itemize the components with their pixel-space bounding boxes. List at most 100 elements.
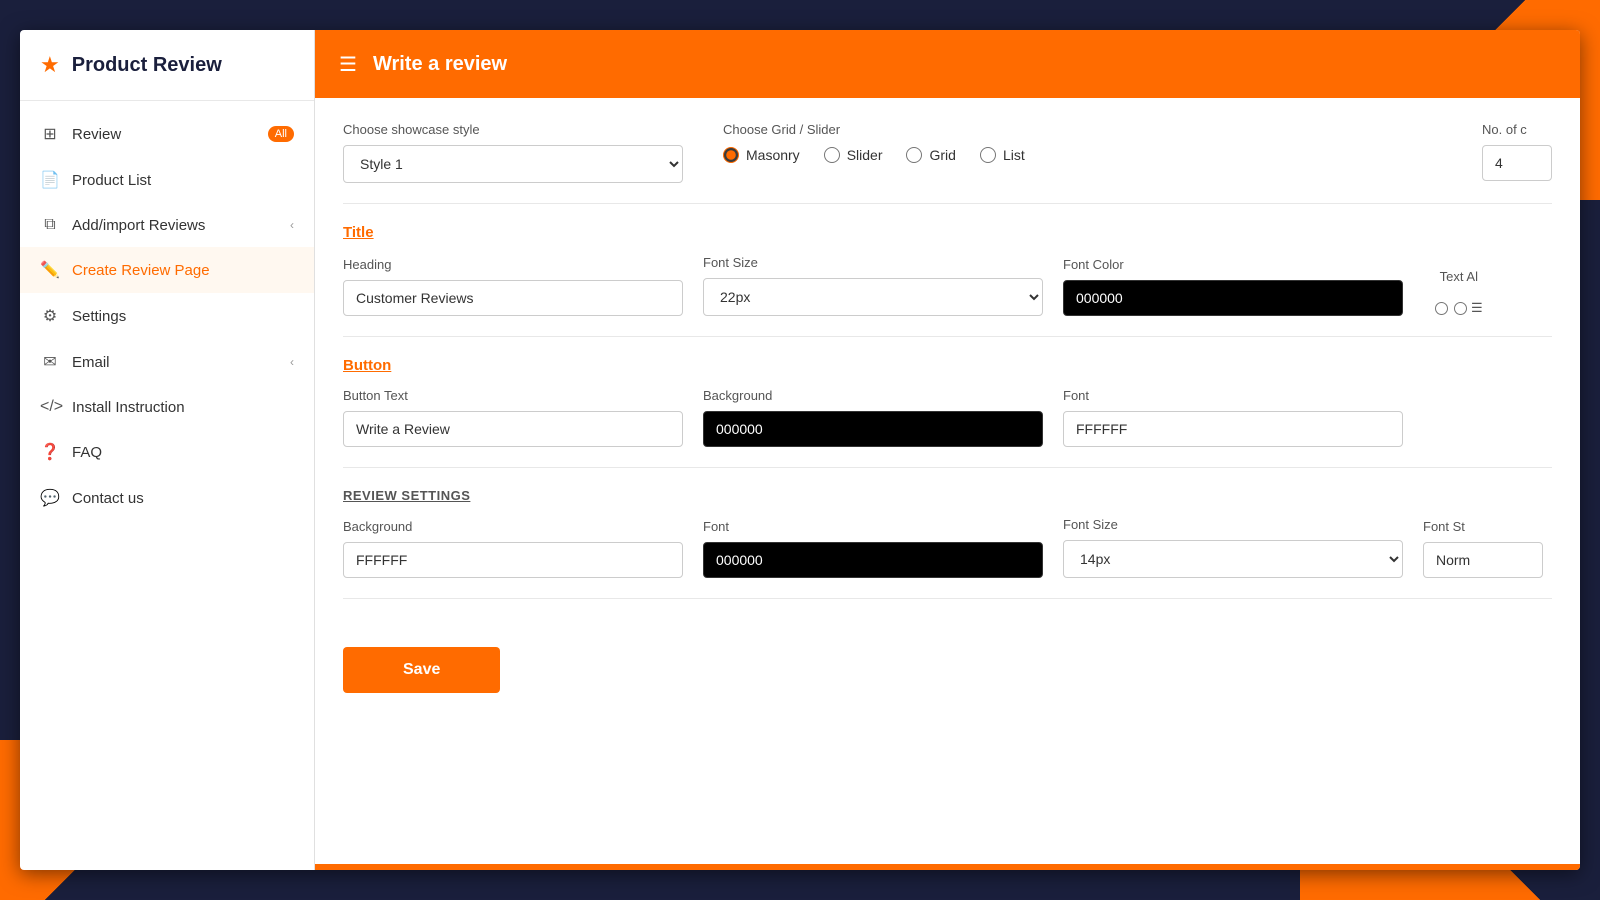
review-bg-input[interactable] — [343, 542, 683, 578]
review-fields-row: Background Font Font Size 10px12px14px16… — [343, 517, 1552, 578]
text-align-radio-1[interactable] — [1435, 302, 1448, 315]
nav-label-install: Install Instruction — [72, 399, 185, 416]
divider-1 — [343, 203, 1552, 204]
divider-3 — [343, 467, 1552, 468]
button-font-input[interactable] — [1063, 411, 1403, 447]
radio-grid[interactable]: Grid — [906, 147, 955, 163]
sidebar-item-install[interactable]: </> Install Instruction — [20, 385, 314, 429]
topbar: ☰ Write a review — [315, 30, 1580, 98]
radio-slider[interactable]: Slider — [824, 147, 883, 163]
sidebar-title: Product Review — [72, 54, 222, 77]
review-font-size-select[interactable]: 10px12px14px16px18px20px — [1063, 540, 1403, 578]
text-align-lines-icon: ☰ — [1471, 300, 1483, 316]
chat-icon: 💬 — [40, 488, 60, 508]
heading-label: Heading — [343, 257, 683, 272]
envelope-icon: ✉ — [40, 352, 60, 372]
showcase-label: Choose showcase style — [343, 122, 683, 137]
review-font-group: Font — [703, 519, 1043, 578]
nav-label-contact: Contact us — [72, 490, 144, 507]
heading-group: Heading — [343, 257, 683, 316]
grid-slider-label: Choose Grid / Slider — [723, 122, 1025, 137]
font-size-group: Font Size 12px14px16px18px20px 22px24px2… — [703, 255, 1043, 316]
text-align-radio-input-2[interactable] — [1454, 302, 1467, 315]
review-font-style-input[interactable] — [1423, 542, 1543, 578]
radio-list-label: List — [1003, 147, 1025, 163]
button-fields-row: Button Text Background Font — [343, 388, 1552, 447]
radio-list[interactable]: List — [980, 147, 1025, 163]
showcase-select[interactable]: Style 1 Style 2 Style 3 — [343, 145, 683, 183]
button-section-label: Button — [343, 357, 1552, 374]
sidebar-item-review[interactable]: ⊞ Review All — [20, 111, 314, 157]
chevron-icon-email: ‹ — [290, 355, 294, 369]
edit-icon: ✏️ — [40, 260, 60, 280]
nav-label-review: Review — [72, 126, 121, 143]
sidebar-item-add-import[interactable]: ⧉ Add/import Reviews ‹ — [20, 203, 314, 247]
radio-slider-label: Slider — [847, 147, 883, 163]
divider-4 — [343, 598, 1552, 599]
button-section: Button Button Text Background Font — [343, 357, 1552, 447]
text-align-radio-2[interactable]: ☰ — [1454, 300, 1483, 316]
font-color-input[interactable] — [1063, 280, 1403, 316]
text-align-group: Text Al ☰ — [1435, 269, 1483, 316]
sidebar-item-product-list[interactable]: 📄 Product List — [20, 157, 314, 203]
code-icon: </> — [40, 398, 60, 416]
sidebar-item-email[interactable]: ✉ Email ‹ — [20, 339, 314, 385]
button-bg-input[interactable] — [703, 411, 1043, 447]
showcase-row: Choose showcase style Style 1 Style 2 St… — [343, 122, 1552, 183]
save-button[interactable]: Save — [343, 647, 500, 693]
no-of-col-label: No. of c — [1482, 122, 1552, 137]
content-area: Choose showcase style Style 1 Style 2 St… — [315, 98, 1580, 864]
radio-masonry[interactable]: Masonry — [723, 147, 800, 163]
text-align-label: Text Al — [1440, 269, 1478, 284]
chevron-icon-add-import: ‹ — [290, 218, 294, 232]
font-size-label: Font Size — [703, 255, 1043, 270]
star-icon: ★ — [40, 52, 60, 78]
heading-input[interactable] — [343, 280, 683, 316]
font-size-select[interactable]: 12px14px16px18px20px 22px24px26px28px30p… — [703, 278, 1043, 316]
bottom-bar — [315, 864, 1580, 870]
question-icon: ❓ — [40, 442, 60, 462]
review-font-label: Font — [703, 519, 1043, 534]
radio-slider-input[interactable] — [824, 147, 840, 163]
button-bg-group: Background — [703, 388, 1043, 447]
divider-2 — [343, 336, 1552, 337]
title-fields-row: Heading Font Size 12px14px16px18px20px 2… — [343, 255, 1552, 316]
text-align-radio-input-1[interactable] — [1435, 302, 1448, 315]
radio-grid-input[interactable] — [906, 147, 922, 163]
nav-label-add-import: Add/import Reviews — [72, 217, 205, 234]
app-wrapper: ★ Product Review ⊞ Review All 📄 Product … — [20, 30, 1580, 870]
sidebar-item-contact[interactable]: 💬 Contact us — [20, 475, 314, 521]
nav-label-faq: FAQ — [72, 444, 102, 461]
no-of-col-group: No. of c — [1482, 122, 1552, 181]
radio-list-input[interactable] — [980, 147, 996, 163]
button-bg-label: Background — [703, 388, 1043, 403]
button-text-group: Button Text — [343, 388, 683, 447]
sidebar: ★ Product Review ⊞ Review All 📄 Product … — [20, 30, 315, 870]
review-font-input[interactable] — [703, 542, 1043, 578]
button-text-input[interactable] — [343, 411, 683, 447]
menu-icon[interactable]: ☰ — [339, 52, 357, 77]
button-font-label: Font — [1063, 388, 1403, 403]
review-font-style-group: Font St — [1423, 519, 1543, 578]
sidebar-item-create-review[interactable]: ✏️ Create Review Page — [20, 247, 314, 293]
review-badge: All — [268, 126, 294, 142]
file-icon: 📄 — [40, 170, 60, 190]
sidebar-nav: ⊞ Review All 📄 Product List ⧉ Add/import… — [20, 101, 314, 870]
review-bg-label: Background — [343, 519, 683, 534]
nav-label-product-list: Product List — [72, 172, 151, 189]
nav-label-email: Email — [72, 354, 110, 371]
review-settings-label: REVIEW SETTINGS — [343, 488, 1552, 503]
radio-masonry-label: Masonry — [746, 147, 800, 163]
sidebar-header: ★ Product Review — [20, 30, 314, 101]
grid-icon: ⊞ — [40, 124, 60, 144]
button-font-group: Font — [1063, 388, 1403, 447]
no-of-col-input[interactable] — [1482, 145, 1552, 181]
radio-group: Masonry Slider Grid List — [723, 147, 1025, 163]
button-text-label: Button Text — [343, 388, 683, 403]
review-font-size-group: Font Size 10px12px14px16px18px20px — [1063, 517, 1403, 578]
sidebar-item-faq[interactable]: ❓ FAQ — [20, 429, 314, 475]
sidebar-item-settings[interactable]: ⚙ Settings — [20, 293, 314, 339]
radio-masonry-input[interactable] — [723, 147, 739, 163]
main-area: ☰ Write a review Choose showcase style S… — [315, 30, 1580, 870]
grid-slider-group: Choose Grid / Slider Masonry Slider G — [723, 122, 1025, 163]
